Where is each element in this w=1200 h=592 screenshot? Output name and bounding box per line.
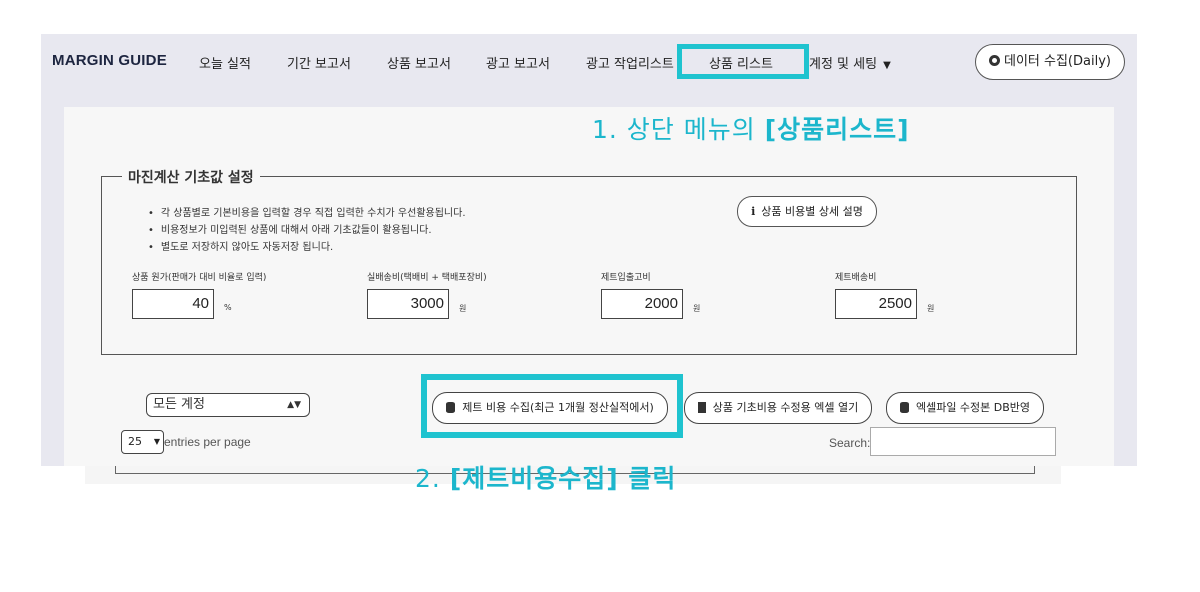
cost-detail-info-label: 상품 비용별 상세 설명 [761,205,863,218]
account-select[interactable]: 모든 계정 ▲▼ [146,393,310,417]
unit-percent: % [224,303,232,312]
instruction-step1-bold: [상품리스트] [764,115,910,144]
nav-account-settings[interactable]: 계정 및 세팅 ▼ [809,53,891,72]
highlight-box-product-list [677,44,809,79]
nav-period-report[interactable]: 기간 보고서 [287,53,351,72]
nav-ad-report[interactable]: 광고 보고서 [486,53,550,72]
unit-won: 원 [927,304,935,313]
settings-notes: 각 상품별로 기본비용을 입력할 경우 직접 입력한 수치가 우선활용됩니다. … [148,205,466,256]
jet-inout-cost-input[interactable]: 2000 [601,289,683,319]
instruction-step2-bold: [제트비용수집] [449,464,619,493]
note-item: 비용정보가 미입력된 상품에 대해서 아래 기초값들이 활용됩니다. [148,222,466,239]
shipping-cost-input[interactable]: 3000 [367,289,449,319]
settings-legend: 마진계산 기초값 설정 [122,167,260,187]
unit-won: 원 [459,304,467,313]
logo[interactable]: MARGIN GUIDE [52,52,167,69]
instruction-step2-suffix: 클릭 [618,464,677,493]
database-icon [899,402,909,413]
entries-per-page-label: entries per page [164,435,251,449]
instruction-step2: 2. [제트비용수집] 클릭 [415,459,676,495]
open-excel-button[interactable]: 상품 기초비용 수정용 엑셀 열기 [684,392,872,424]
nav-ad-worklist[interactable]: 광고 작업리스트 [586,53,674,72]
entries-per-page-value: 25 [128,435,142,448]
field-label-shipping-cost: 실배송비(택배비 + 택배포장비) [367,273,487,283]
note-item: 각 상품별로 기본비용을 입력할 경우 직접 입력한 수치가 우선활용됩니다. [148,205,466,222]
account-select-value: 모든 계정 [153,397,205,412]
nav-today-performance[interactable]: 오늘 실적 [199,53,251,72]
info-icon: i [751,205,756,218]
excel-db-apply-label: 엑셀파일 수정본 DB반영 [915,401,1031,414]
top-navigation: MARGIN GUIDE 오늘 실적 기간 보고서 상품 보고서 광고 보고서 … [41,34,1137,90]
open-excel-label: 상품 기초비용 수정용 엑셀 열기 [712,401,859,414]
excel-db-apply-button[interactable]: 엑셀파일 수정본 DB반영 [886,392,1044,424]
field-label-cost-ratio: 상품 원가(판매가 대비 비율로 입력) [132,273,267,283]
instruction-step1-prefix: 1. 상단 메뉴의 [592,115,765,144]
highlight-box-collect-button [421,374,683,438]
field-label-jet-shipping-cost: 제트배송비 [835,273,877,283]
instruction-step1: 1. 상단 메뉴의 [상품리스트] [592,110,910,146]
jet-shipping-cost-input[interactable]: 2500 [835,289,917,319]
nav-product-report[interactable]: 상품 보고서 [387,53,451,72]
instruction-step2-prefix: 2. [415,464,450,493]
chevron-down-icon: ▼ [883,60,891,71]
entries-per-page-select[interactable]: 25 ▼ [121,430,164,454]
field-label-jet-inout-cost: 제트입출고비 [601,273,651,283]
data-collect-label: 데이터 수집(Daily) [1004,54,1111,69]
excel-file-icon [697,402,706,413]
chrome-icon [989,55,1000,66]
unit-won: 원 [693,304,701,313]
search-label: Search: [829,436,871,450]
nav-account-settings-label: 계정 및 세팅 [809,57,878,72]
settings-fieldset [101,176,1077,355]
cost-detail-info-button[interactable]: i 상품 비용별 상세 설명 [737,196,877,227]
data-collect-daily-button[interactable]: 데이터 수집(Daily) [975,44,1125,80]
search-input[interactable] [870,427,1056,456]
chevron-down-icon: ▼ [153,437,160,446]
cost-ratio-input[interactable]: 40 [132,289,214,319]
note-item: 별도로 저장하지 않아도 자동저장 됩니다. [148,239,466,256]
select-arrows-icon: ▲▼ [287,400,301,410]
